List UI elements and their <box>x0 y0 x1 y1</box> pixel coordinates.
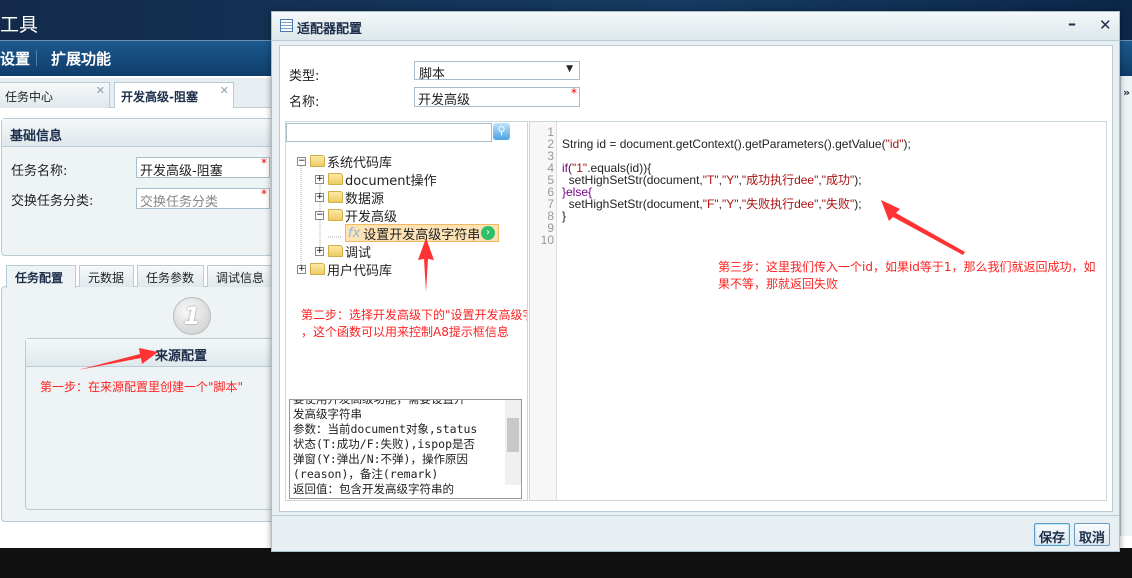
annotation-step2-line1: 第二步：选择开发高级下的"设置开发高级字符串" <box>301 308 527 322</box>
chevron-down-icon[interactable]: » <box>1123 86 1130 99</box>
annotation-step3-line2: 果不等，那就返回失败 <box>718 277 839 291</box>
page-footer <box>0 533 280 548</box>
page-right-edge <box>1120 76 1132 536</box>
annotation-step3-line1: 第三步：这里我们传入一个id，如果id等于1，那么我们就返回成功，如 <box>718 260 1096 274</box>
description-line: 发高级字符串 <box>293 407 362 421</box>
description-line: 要使用开发高级功能，需要设置开 <box>293 399 466 406</box>
description-line: (reason)，备注(remark) <box>293 467 439 481</box>
scrollbar-thumb[interactable] <box>507 418 519 452</box>
annotation-step2-line2: ，这个函数可以用来控制A8提示框信息 <box>301 325 509 339</box>
adapter-config-dialog: 适配器配置 – ✕ 类型: 脚本 ▼ 名称: 开发高级 * ⚲ − 系统代码库 + do… <box>271 11 1120 552</box>
description-line: 参数：当前document对象,status <box>293 422 478 436</box>
annotation-arrow-1 <box>78 348 158 370</box>
description-line: 状态(T:成功/F:失败),ispop是否 <box>293 437 476 451</box>
cancel-button[interactable]: 取消 <box>1074 523 1111 546</box>
footer-divider <box>272 515 1119 516</box>
save-button[interactable]: 保存 <box>1034 523 1071 546</box>
taskbar <box>0 548 1132 578</box>
description-line: 弹窗(Y:弹出/N:不弹)，操作原因 <box>293 452 468 466</box>
annotation-arrow-3 <box>881 200 965 255</box>
scrollbar[interactable] <box>505 400 521 485</box>
function-description[interactable]: 要使用开发高级功能，需要设置开 发高级字符串 参数：当前document对象,s… <box>289 399 522 499</box>
description-line: 返回值：包含开发高级字符串的 <box>293 482 454 496</box>
